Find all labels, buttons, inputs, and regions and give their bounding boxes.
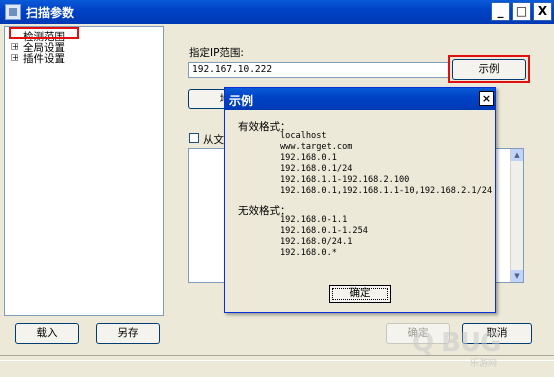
dialog-title: 示例 [229, 94, 254, 108]
save-as-button[interactable]: 另存 [96, 323, 160, 344]
window-titlebar[interactable]: 扫描参数 _ □ X [0, 0, 554, 24]
settings-tree[interactable]: 检测范围 + 全局设置 + 插件设置 [4, 26, 164, 316]
dialog-titlebar[interactable]: 示例 × [225, 88, 495, 110]
tree-item-label: 插件设置 [23, 53, 65, 65]
window-title: 扫描参数 [26, 6, 75, 20]
watermark-subtext: 乐游网 [470, 359, 498, 369]
minimize-button[interactable]: _ [491, 2, 510, 21]
list-scrollbar[interactable]: ▲ ▼ [510, 149, 523, 282]
dialog-ok-button[interactable]: 确定 [329, 285, 391, 303]
from-file-label: 从文 [203, 134, 224, 146]
invalid-example: 192.168.0-1.1 [280, 215, 348, 225]
scroll-down-icon[interactable]: ▼ [511, 270, 523, 282]
valid-example: 192.168.1.1-192.168.2.100 [280, 175, 410, 185]
invalid-example: 192.168.0.* [280, 248, 337, 258]
example-button-highlight [448, 55, 530, 83]
valid-example: localhost [280, 131, 327, 141]
scroll-up-icon[interactable]: ▲ [511, 149, 523, 161]
scan-params-window: 扫描参数 _ □ X 检测范围 + 全局设置 + 插件设置 指定IP范围: 19… [0, 0, 554, 377]
selection-highlight [9, 27, 79, 39]
from-file-checkbox[interactable] [189, 133, 199, 143]
dialog-close-button[interactable]: × [479, 91, 494, 106]
app-icon [5, 4, 21, 20]
valid-example: 192.168.0.1/24 [280, 164, 353, 174]
load-button[interactable]: 载入 [15, 323, 79, 344]
valid-example: www.target.com [280, 142, 353, 152]
ip-range-input[interactable]: 192.167.10.222 [188, 62, 450, 78]
maximize-button[interactable]: □ [512, 2, 531, 21]
ip-range-label: 指定IP范围: [189, 47, 244, 59]
example-dialog: 示例 × 有效格式： localhost www.target.com 192.… [224, 87, 496, 313]
invalid-example: 192.168.0/24.1 [280, 237, 353, 247]
valid-example: 192.168.0.1,192.168.1.1-10,192.168.2.1/2… [280, 186, 493, 196]
expand-icon[interactable]: + [11, 54, 19, 62]
valid-example: 192.168.0.1 [280, 153, 337, 163]
invalid-example: 192.168.0.1-1.254 [280, 226, 368, 236]
expand-icon[interactable]: + [11, 43, 19, 51]
close-button[interactable]: X [533, 2, 552, 21]
watermark-logo: Q BUG [412, 328, 501, 358]
